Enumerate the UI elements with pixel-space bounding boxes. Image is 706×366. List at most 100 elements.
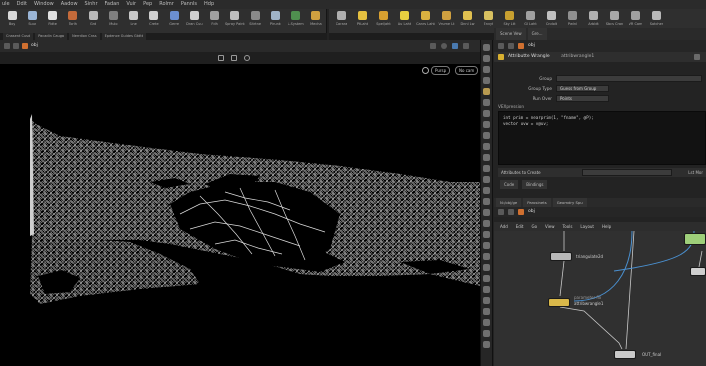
shelf-tool-area-light[interactable]: Au Laht — [394, 9, 415, 33]
shelf-tool-curve[interactable]: Gerre — [164, 9, 184, 33]
shelf-tool-geometry-light[interactable]: Canrs Laht — [415, 9, 436, 33]
offscreen-node[interactable] — [690, 267, 706, 276]
display-button-7[interactable] — [483, 110, 490, 117]
menu-edit[interactable]: Edit — [516, 222, 524, 231]
display-button-1[interactable] — [483, 44, 490, 51]
menu-tools[interactable]: Tools — [563, 222, 573, 231]
display-button-12[interactable] — [483, 165, 490, 172]
shelf-tool-metaball[interactable]: Mecha — [306, 9, 326, 33]
display-button-24[interactable] — [483, 297, 490, 304]
menu-help[interactable]: Help — [602, 222, 611, 231]
menu-layout[interactable]: Layout — [580, 222, 594, 231]
display-button-22[interactable] — [483, 275, 490, 282]
display-button-6[interactable] — [483, 99, 490, 106]
transform-icon[interactable] — [231, 55, 237, 61]
display-button-9[interactable] — [483, 132, 490, 139]
shelf-tool-font[interactable]: Sitrtne — [245, 9, 265, 33]
shelf-tool-line[interactable]: Lne — [124, 9, 144, 33]
shelf-tool-spot-light[interactable]: Spel/aht — [373, 9, 394, 33]
tab-bindings[interactable]: Bindings — [522, 180, 548, 189]
group-type-dropdown[interactable]: Guess from Group — [556, 85, 609, 92]
group-field[interactable] — [556, 75, 702, 82]
menu-item[interactable]: Vuir — [126, 0, 136, 9]
forward-arrow-icon[interactable] — [508, 43, 514, 49]
output-node[interactable] — [614, 350, 636, 359]
display-button-11[interactable] — [483, 154, 490, 161]
menu-item[interactable]: ule — [2, 0, 10, 9]
shelf-tool-circle[interactable]: Crete — [144, 9, 164, 33]
display-button-8[interactable] — [483, 121, 490, 128]
menu-item[interactable]: Window — [34, 0, 54, 9]
back-arrow-icon[interactable] — [498, 43, 504, 49]
attributes-field[interactable] — [582, 169, 672, 176]
wrangle-node[interactable] — [548, 298, 570, 307]
triangulate-node[interactable] — [550, 252, 572, 261]
network-editor[interactable]: triangulate2d parameter fix attribwrangl… — [494, 231, 706, 366]
settings-icon[interactable] — [441, 43, 447, 49]
shelf-tool-path[interactable]: Fdh — [205, 9, 225, 33]
rotate-icon[interactable] — [244, 55, 250, 61]
network-path[interactable]: obj — [528, 207, 535, 217]
menu-item[interactable]: Hdp — [204, 0, 214, 9]
shelf-tool-sphere[interactable]: Suur — [22, 9, 42, 33]
display-button-15[interactable] — [483, 198, 490, 205]
menu-item[interactable]: Fadan — [105, 0, 120, 9]
pin-icon[interactable] — [430, 43, 436, 49]
display-button-23[interactable] — [483, 286, 490, 293]
vex-code-editor[interactable]: int prim = nearprim(1, "fname", @P); vec… — [498, 111, 706, 165]
menu-item[interactable]: Rolmr — [159, 0, 174, 9]
run-over-dropdown[interactable]: Points — [556, 95, 609, 102]
help-icon[interactable] — [694, 54, 700, 60]
menu-item[interactable]: Sinhr — [85, 0, 98, 9]
shelf-tab[interactable]: Pacadin Cauga — [35, 33, 68, 40]
layout-icon[interactable] — [463, 43, 469, 49]
viewport-path[interactable]: obj — [31, 40, 38, 52]
shelf-tool-camera[interactable]: Carara — [331, 9, 352, 33]
display-button-21[interactable] — [483, 264, 490, 271]
tab-parameters[interactable]: Parosinets — [523, 198, 551, 207]
tab-geometry-spreadsheet[interactable]: Geomdry Spu — [552, 198, 587, 207]
display-button-18[interactable] — [483, 231, 490, 238]
tab-geometry[interactable]: Gre... — [527, 28, 547, 40]
display-button-10[interactable] — [483, 143, 490, 150]
shelf-tool-lsystem[interactable]: L-System — [286, 9, 306, 33]
display-button-17[interactable] — [483, 220, 490, 227]
shelf-tool-point-light[interactable]: PtLaht — [352, 9, 373, 33]
shelf-tool-null[interactable]: Mulo — [103, 9, 123, 33]
menu-item[interactable]: Pep — [143, 0, 152, 9]
object-merge-node[interactable] — [684, 233, 706, 245]
scene-viewport[interactable]: Pursp No cam — [0, 64, 480, 366]
display-button-4[interactable] — [483, 77, 490, 84]
display-button-26[interactable] — [483, 319, 490, 326]
menu-go[interactable]: Go — [532, 222, 538, 231]
back-arrow-icon[interactable] — [4, 43, 10, 49]
camera-menu[interactable]: No cam — [455, 66, 479, 75]
shelf-tool-tube[interactable]: Fidte — [43, 9, 63, 33]
shelf-tab[interactable]: Epdence Guides Gtdtt — [101, 33, 147, 40]
forward-arrow-icon[interactable] — [508, 209, 514, 215]
menu-add[interactable]: Add — [500, 222, 508, 231]
display-button-5[interactable] — [483, 88, 490, 95]
shelf-tool-platonic[interactable]: Pirunk — [265, 9, 285, 33]
shelf-tab[interactable]: Cnasent Cusd — [3, 33, 34, 40]
perspective-menu[interactable]: Pursp — [431, 66, 451, 75]
menu-view[interactable]: View — [545, 222, 555, 231]
display-button-14[interactable] — [483, 187, 490, 194]
display-button-25[interactable] — [483, 308, 490, 315]
forward-arrow-icon[interactable] — [13, 43, 19, 49]
shelf-tool-volume-light[interactable]: Vrume Lt — [436, 9, 457, 33]
tab-scene-view[interactable]: Scene Vew — [496, 28, 526, 40]
shelf-tool-draw-curve[interactable]: Dran Cuu — [184, 9, 204, 33]
select-icon[interactable] — [218, 55, 224, 61]
back-arrow-icon[interactable] — [498, 209, 504, 215]
shelf-tool-distant-light[interactable]: Dnnl Lw — [457, 9, 478, 33]
shelf-tool-torus[interactable]: Torlh — [63, 9, 83, 33]
display-button-20[interactable] — [483, 253, 490, 260]
view-icon[interactable] — [452, 43, 458, 49]
menu-item[interactable]: Aadow — [61, 0, 78, 9]
display-button-3[interactable] — [483, 66, 490, 73]
shelf-tool-grid[interactable]: Grd — [83, 9, 103, 33]
display-button-2[interactable] — [483, 55, 490, 62]
display-button-13[interactable] — [483, 176, 490, 183]
shelf-tab[interactable]: Nerrdion Cnss — [69, 33, 100, 40]
